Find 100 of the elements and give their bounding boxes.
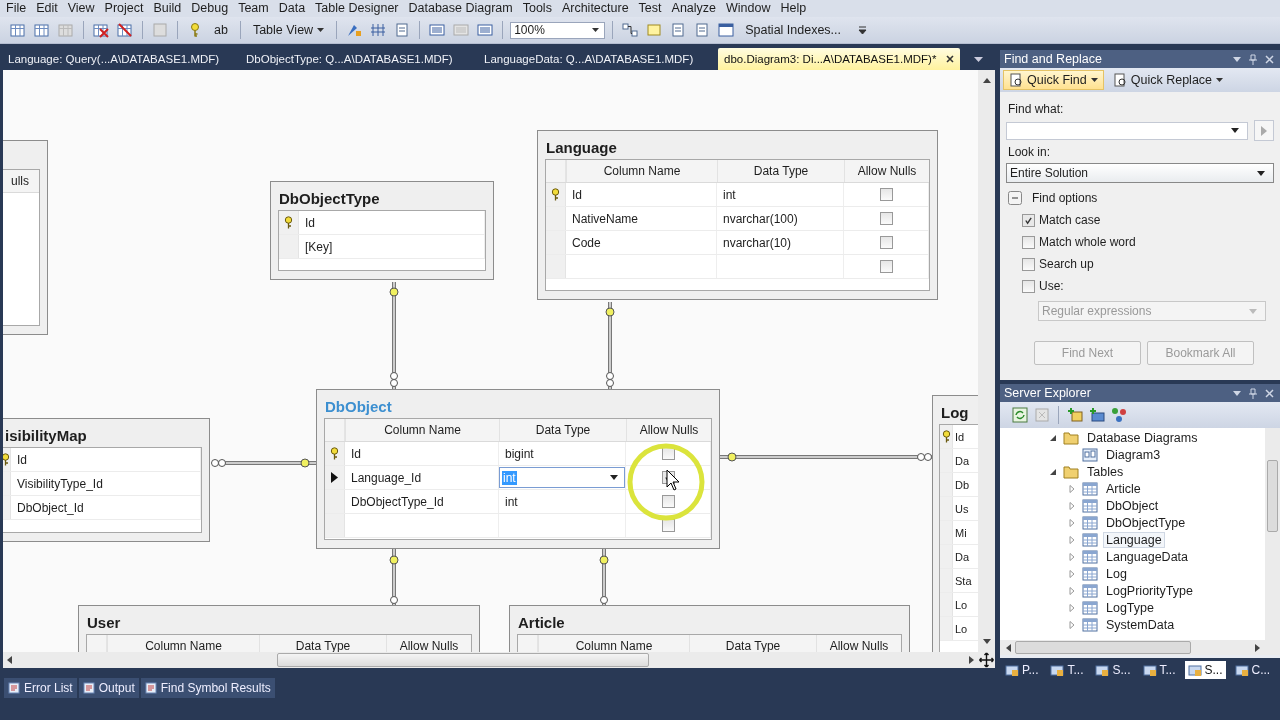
menu-item[interactable]: Build — [151, 0, 190, 17]
table-shape[interactable]: User Column Name Data Type Allow Nulls — [78, 605, 480, 652]
tree-item[interactable]: LogPriorityType — [1103, 582, 1196, 599]
scroll-thumb[interactable] — [1015, 641, 1191, 654]
tree-item[interactable]: LogType — [1103, 599, 1157, 616]
vertical-scrollbar[interactable] — [1265, 428, 1280, 640]
mode-button[interactable]: Quick Find — [1003, 70, 1104, 90]
menu-item[interactable]: Analyze — [669, 0, 725, 17]
text-button[interactable]: ab — [209, 20, 233, 40]
table-shape[interactable]: Log Id Da Db Us Mi Da Sta Lo Lo — [932, 395, 978, 652]
checkbox[interactable] — [1022, 257, 1035, 271]
row-selector[interactable] — [3, 448, 11, 471]
view-dropdown[interactable]: Table View — [247, 20, 330, 40]
column-name-cell[interactable]: Id — [11, 448, 201, 471]
menu-item[interactable]: Data — [276, 0, 314, 17]
checkbox[interactable] — [1022, 235, 1035, 249]
collapse-icon[interactable] — [1008, 191, 1022, 205]
column-name-cell[interactable]: NativeName — [566, 207, 717, 230]
horizontal-scrollbar[interactable] — [1000, 640, 1280, 655]
column-name-cell[interactable]: Id — [345, 442, 499, 465]
column-name-cell[interactable]: DbObject_Id — [11, 496, 201, 519]
relationship-line[interactable] — [389, 281, 399, 390]
menu-item[interactable]: File — [4, 0, 35, 17]
row-selector[interactable] — [325, 466, 345, 489]
refresh-icon[interactable] — [1010, 405, 1030, 425]
tree-item[interactable]: Language — [1103, 531, 1165, 548]
close-icon[interactable] — [946, 55, 955, 63]
menu-item[interactable]: Database Diagram — [406, 0, 521, 17]
menu-item[interactable]: Edit — [34, 0, 66, 17]
tree-item[interactable]: Diagram3 — [1103, 446, 1164, 463]
pin-icon[interactable] — [1249, 387, 1257, 399]
scroll-up-icon[interactable] — [982, 78, 991, 83]
menu-item[interactable]: Window — [724, 0, 779, 17]
data-type-cell[interactable]: int — [717, 183, 844, 206]
look-in-dropdown[interactable]: Entire Solution — [1006, 163, 1274, 183]
menu-item[interactable]: Team — [236, 0, 277, 17]
panel-tab[interactable]: S... — [1184, 661, 1226, 679]
scroll-left-icon[interactable] — [1006, 643, 1011, 652]
menu-item[interactable]: Help — [778, 0, 815, 17]
menu-item[interactable]: Table Designer — [313, 0, 407, 17]
relationship-line[interactable] — [599, 548, 609, 606]
panel-tab[interactable]: P... — [1002, 661, 1042, 679]
scroll-left-icon[interactable] — [7, 656, 12, 664]
expander-icon[interactable] — [1049, 433, 1057, 442]
checkbox[interactable] — [879, 260, 893, 273]
tree-item[interactable]: SystemData — [1103, 616, 1178, 633]
dropdown-icon[interactable] — [1233, 56, 1241, 62]
column-name-cell[interactable]: DbObjectType_Id — [345, 490, 499, 513]
zoom-dropdown[interactable]: 100% — [510, 21, 606, 39]
tree-item[interactable]: Database Diagrams — [1084, 429, 1201, 446]
scroll-right-icon[interactable] — [1255, 643, 1260, 652]
column-name-cell[interactable]: Id — [566, 183, 717, 206]
scroll-thumb[interactable] — [1267, 460, 1278, 532]
table-shape[interactable]: Language Column Name Data Type Allow Nulls Id int NativeName nvarchar(100) Code nvarchar(10) — [537, 130, 938, 300]
relationship-line[interactable] — [719, 452, 933, 462]
tree-item[interactable]: Log — [1103, 565, 1130, 582]
column-name-cell[interactable]: Code — [566, 231, 717, 254]
menu-item[interactable]: Test — [636, 0, 670, 17]
menu-item[interactable]: Project — [102, 0, 152, 17]
header-corner-cell[interactable] — [325, 419, 345, 441]
stop-icon[interactable] — [1032, 405, 1052, 425]
dropdown-icon[interactable] — [1233, 390, 1241, 396]
document-tab[interactable]: LanguageData: Q...A\DATABASE1.MDF) — [478, 48, 714, 70]
checkbox[interactable] — [1022, 213, 1035, 227]
scroll-right-icon[interactable] — [969, 656, 974, 664]
relationship-line[interactable] — [211, 458, 317, 468]
data-type-cell[interactable]: bigint — [499, 442, 626, 465]
data-type-cell[interactable]: nvarchar(10) — [717, 231, 844, 254]
column-name-cell[interactable]: VisibilityType_Id — [11, 472, 201, 495]
relationship-icon[interactable] — [620, 20, 641, 40]
dropdown-icon[interactable] — [974, 56, 984, 62]
data-type-cell[interactable]: nvarchar(100) — [717, 207, 844, 230]
data-type-cell[interactable]: int — [499, 490, 626, 513]
panel-tab[interactable]: C... — [1231, 661, 1274, 679]
connect-server-icon[interactable] — [1087, 405, 1107, 425]
tree-item[interactable]: DbObject — [1103, 497, 1162, 514]
relationship-line[interactable] — [605, 301, 615, 390]
document-tab[interactable]: dbo.Diagram3: Di...A\DATABASE1.MDF)* — [718, 48, 961, 70]
find-button[interactable] — [1254, 120, 1274, 141]
panel-tab[interactable]: Output — [78, 678, 139, 698]
checkbox[interactable] — [1022, 279, 1035, 293]
panel-tab[interactable]: Find Symbol Results — [140, 678, 275, 698]
menu-item[interactable]: Tools — [520, 0, 560, 17]
document-tab[interactable]: DbObjectType: Q...A\DATABASE1.MDF) — [240, 48, 476, 70]
connect-database-icon[interactable] — [1065, 405, 1085, 425]
find-what-field[interactable] — [1006, 121, 1248, 140]
panel-tab[interactable]: T... — [1139, 661, 1179, 679]
menu-item[interactable]: View — [65, 0, 103, 17]
column-name-cell[interactable]: Id — [299, 211, 485, 234]
panel-tab[interactable]: S... — [1092, 661, 1134, 679]
panel-tab[interactable]: T... — [1047, 661, 1087, 679]
scroll-down-icon[interactable] — [982, 639, 991, 644]
header-corner-cell[interactable] — [87, 635, 107, 652]
menu-item[interactable]: Debug — [189, 0, 237, 17]
vertical-scrollbar[interactable] — [978, 70, 995, 652]
relationship-line[interactable] — [389, 548, 399, 606]
table-icon[interactable] — [716, 20, 737, 40]
spatial-indexes-button[interactable]: Spatial Indexes... — [740, 20, 847, 40]
expander-icon[interactable] — [1049, 467, 1057, 476]
tree-item[interactable]: DbObjectType — [1103, 514, 1189, 531]
